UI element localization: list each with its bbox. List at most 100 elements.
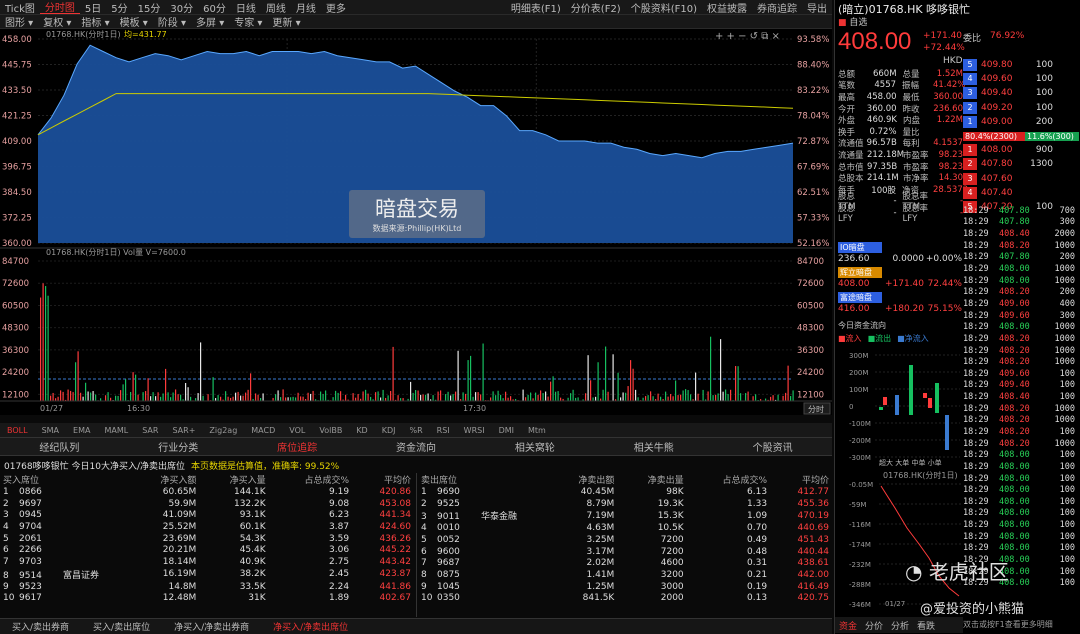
info-tab[interactable]: 明细表(F1): [506, 0, 566, 15]
indicator-tab[interactable]: BOLL: [0, 423, 35, 437]
table-row[interactable]: 4 0010 4.63M 10.5K 0.70 440.69: [418, 522, 832, 534]
indicator-tab[interactable]: MAML: [97, 423, 135, 437]
bid-row[interactable]: 3 407.60: [963, 172, 1080, 186]
info-tab[interactable]: 个股资料(F10): [626, 0, 702, 15]
ask-row[interactable]: 5 409.80 100: [963, 58, 1080, 72]
ask-row[interactable]: 4 409.60 100: [963, 72, 1080, 86]
table-row[interactable]: 9 9523 14.8M 33.5K 2.24 441.86: [0, 581, 414, 593]
table-row[interactable]: 5 2061 23.69M 54.3K 3.59 436.26: [0, 533, 414, 545]
indicator-tab[interactable]: Zig2ag: [202, 423, 244, 437]
table-row[interactable]: 6 2266 20.21M 45.4K 3.06 445.22: [0, 544, 414, 556]
indicator-tab[interactable]: SMA: [35, 423, 66, 437]
period-tab[interactable]: 15分: [133, 0, 166, 15]
tool-menu[interactable]: 阶段 ▾: [153, 15, 191, 29]
intraday-chart[interactable]: 01768.HK(分时1日) 均=431.77 458.00 445.75 433.50…: [0, 29, 832, 415]
table-row[interactable]: 8 9514 富昌证券 16.19M 38.2K 2.45 423.87: [0, 568, 414, 581]
table-row[interactable]: 10 9617 12.48M 31K 1.89 402.67: [0, 593, 414, 605]
ask-row[interactable]: 3 409.40 100: [963, 86, 1080, 100]
trade-row: 18:29 407.80 300: [963, 217, 1080, 229]
indicator-tab[interactable]: VolBB: [312, 423, 349, 437]
table-row[interactable]: 7 9703 18.14M 40.9K 2.75 443.42: [0, 556, 414, 568]
tool-menu[interactable]: 多屏 ▾: [191, 15, 229, 29]
table-row[interactable]: 2 9697 59.9M 132.2K 9.08 453.08: [0, 498, 414, 510]
table-row[interactable]: 8 0875 1.41M 3200 0.21 442.00: [418, 569, 832, 581]
tool-menu[interactable]: 更新 ▾: [267, 15, 305, 29]
indicator-tab[interactable]: SAR: [135, 423, 165, 437]
vol-bar: [612, 354, 614, 401]
period-tab[interactable]: 5日: [80, 0, 106, 15]
right-tab[interactable]: 分析: [887, 619, 913, 632]
vol-bar: [275, 394, 277, 401]
table-row[interactable]: 7 9687 2.02M 4600 0.31 438.61: [418, 557, 832, 569]
broker-tab[interactable]: 净买入/净卖出席位: [261, 619, 360, 634]
bid-row[interactable]: 4 407.40: [963, 186, 1080, 200]
period-tab[interactable]: 周线: [261, 0, 291, 15]
table-row[interactable]: 5 0052 3.25M 7200 0.49 451.43: [418, 534, 832, 546]
value-cell: 93.1K: [239, 510, 266, 521]
right-tab[interactable]: 看跌: [913, 619, 939, 632]
indicator-tab[interactable]: KDJ: [375, 423, 403, 437]
indicator-tab[interactable]: RSI: [430, 423, 457, 437]
indicator-tab[interactable]: WRSI: [457, 423, 492, 437]
info-tab[interactable]: 券商追踪: [752, 0, 802, 15]
table-row[interactable]: 4 9704 25.52M 60.1K 3.87 424.60: [0, 521, 414, 533]
period-tab[interactable]: Tick图: [0, 0, 40, 15]
tool-menu[interactable]: 指标 ▾: [76, 15, 114, 29]
period-tab[interactable]: 分时图: [39, 0, 80, 14]
subtab[interactable]: 相关牛熊: [594, 438, 713, 455]
tool-menu[interactable]: 复权 ▾: [38, 15, 76, 29]
table-row[interactable]: 9 1045 1.25M 3000 0.19 416.49: [418, 581, 832, 593]
indicator-tab[interactable]: SAR+: [165, 423, 202, 437]
indicator-tab[interactable]: KD: [349, 423, 374, 437]
tool-menu[interactable]: 专家 ▾: [229, 15, 267, 29]
ask-row[interactable]: 2 409.20 100: [963, 101, 1080, 115]
ask-row[interactable]: 1 409.00 200: [963, 115, 1080, 129]
subtab[interactable]: 席位追踪: [238, 438, 357, 455]
info-tab[interactable]: 分价表(F2): [566, 0, 626, 15]
subtab[interactable]: 行业分类: [119, 438, 238, 455]
period-tab[interactable]: 5分: [106, 0, 132, 15]
indicator-tab[interactable]: %R: [402, 423, 429, 437]
period-tab[interactable]: 60分: [198, 0, 231, 15]
period-tab[interactable]: 月线: [291, 0, 321, 15]
subtab[interactable]: 经纪队列: [0, 438, 119, 455]
period-button-label: 分时: [808, 404, 824, 414]
table-row[interactable]: 3 0945 41.09M 93.1K 6.23 441.34: [0, 509, 414, 521]
table-row[interactable]: 6 9600 3.17M 7200 0.48 440.44: [418, 546, 832, 558]
period-tab[interactable]: 更多: [321, 0, 351, 15]
bid-row[interactable]: 1 408.00 900: [963, 143, 1080, 157]
table-row[interactable]: 3 9011 华泰金融 7.19M 15.3K 1.09 470.19: [418, 509, 832, 523]
right-tab[interactable]: 资金: [835, 619, 861, 632]
indicator-tab[interactable]: EMA: [66, 423, 97, 437]
indicator-tab[interactable]: VOL: [282, 423, 312, 437]
dark-quotes: IO暗盘 236.60 0.0000 +0.00% 辉立暗盘 408.00 +171.40 7…: [838, 240, 963, 315]
table-row[interactable]: 1 0866 60.65M 144.1K 9.19 420.86: [0, 486, 414, 498]
indicator-tab[interactable]: MACD: [244, 423, 282, 437]
subtab[interactable]: 个股资讯: [713, 438, 832, 455]
subtab[interactable]: 相关窝轮: [475, 438, 594, 455]
subtab[interactable]: 资金流向: [357, 438, 476, 455]
value-cell: 33.5K: [239, 581, 266, 592]
broker-tab[interactable]: 买入/卖出券商: [0, 619, 81, 634]
trade-price: 409.60: [999, 368, 1030, 379]
info-tab[interactable]: 权益披露: [702, 0, 752, 15]
period-tab[interactable]: 日线: [231, 0, 261, 15]
info-tab[interactable]: 导出: [802, 0, 832, 15]
broker-tab[interactable]: 净买入/净卖出券商: [162, 619, 261, 634]
right-tab[interactable]: 分价: [861, 619, 887, 632]
table-row[interactable]: 2 9525 8.79M 19.3K 1.33 455.36: [418, 498, 832, 510]
period-tab[interactable]: 30分: [165, 0, 198, 15]
trade-time: 18:29: [963, 426, 989, 437]
indicator-tab[interactable]: Mtm: [521, 423, 553, 437]
vol-bar: [152, 392, 154, 401]
broker-tab[interactable]: 买入/卖出席位: [81, 619, 162, 634]
table-row[interactable]: 1 9690 40.45M 98K 6.13 412.77: [418, 486, 832, 498]
tool-menu[interactable]: 图形 ▾: [0, 15, 38, 29]
tool-menu[interactable]: 模板 ▾: [115, 15, 153, 29]
col-header: 卖出席位: [421, 476, 458, 486]
indicator-tab[interactable]: DMI: [492, 423, 521, 437]
table-row[interactable]: 10 0350 841.5K 2000 0.13 420.75: [418, 593, 832, 605]
broker-code: 1045: [437, 581, 460, 592]
bid-row[interactable]: 2 407.80 1300: [963, 157, 1080, 171]
auto-btn[interactable]: ■ 自选: [838, 15, 867, 28]
